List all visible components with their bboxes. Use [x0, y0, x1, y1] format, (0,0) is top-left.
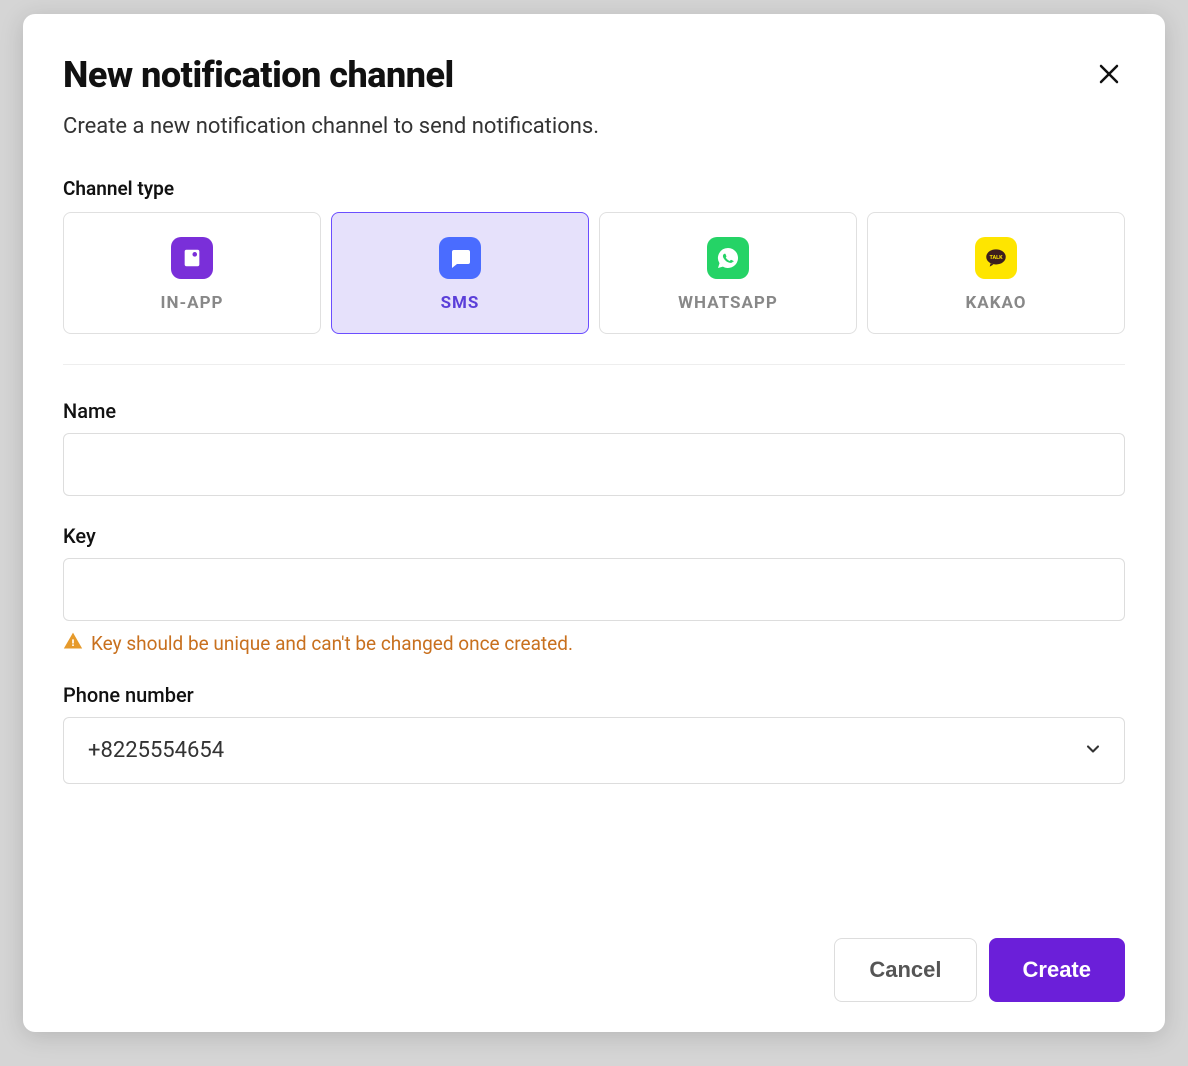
- svg-text:TALK: TALK: [989, 255, 1003, 261]
- whatsapp-icon: [707, 237, 749, 279]
- name-input[interactable]: [63, 433, 1125, 496]
- modal-subtitle: Create a new notification channel to sen…: [63, 114, 1125, 139]
- key-helper-row: Key should be unique and can't be change…: [63, 631, 1125, 655]
- channel-card-sms[interactable]: SMS: [331, 212, 589, 334]
- inapp-icon: [171, 237, 213, 279]
- close-icon: [1097, 74, 1121, 89]
- create-button[interactable]: Create: [989, 938, 1125, 1002]
- divider: [63, 364, 1125, 365]
- phone-number-select[interactable]: +8225554654: [63, 717, 1125, 784]
- warning-icon: [63, 631, 83, 655]
- kakao-icon: TALK: [975, 237, 1017, 279]
- phone-label: Phone number: [63, 683, 1125, 707]
- channel-card-whatsapp[interactable]: WHATSAPP: [599, 212, 857, 334]
- channel-type-label: Channel type: [63, 177, 1125, 200]
- key-label: Key: [63, 524, 1125, 548]
- channel-type-grid: IN-APP SMS WHATSAPP T: [63, 212, 1125, 334]
- cancel-button[interactable]: Cancel: [834, 938, 976, 1002]
- modal-footer: Cancel Create: [63, 908, 1125, 1002]
- channel-label: WHATSAPP: [678, 293, 778, 313]
- channel-label: KAKAO: [965, 293, 1026, 313]
- close-button[interactable]: [1093, 58, 1125, 93]
- key-input[interactable]: [63, 558, 1125, 621]
- phone-field-group: Phone number +8225554654: [63, 683, 1125, 784]
- key-field-group: Key Key should be unique and can't be ch…: [63, 524, 1125, 655]
- phone-select-wrap: +8225554654: [63, 717, 1125, 784]
- modal-header: New notification channel: [63, 54, 1125, 96]
- new-notification-channel-modal: New notification channel Create a new no…: [23, 14, 1165, 1032]
- key-helper-text: Key should be unique and can't be change…: [91, 632, 573, 655]
- channel-label: IN-APP: [160, 293, 223, 313]
- name-label: Name: [63, 399, 1125, 423]
- modal-title: New notification channel: [63, 54, 454, 96]
- channel-label: SMS: [441, 293, 480, 313]
- name-field-group: Name: [63, 399, 1125, 496]
- channel-card-inapp[interactable]: IN-APP: [63, 212, 321, 334]
- sms-icon: [439, 237, 481, 279]
- channel-card-kakao[interactable]: TALK KAKAO: [867, 212, 1125, 334]
